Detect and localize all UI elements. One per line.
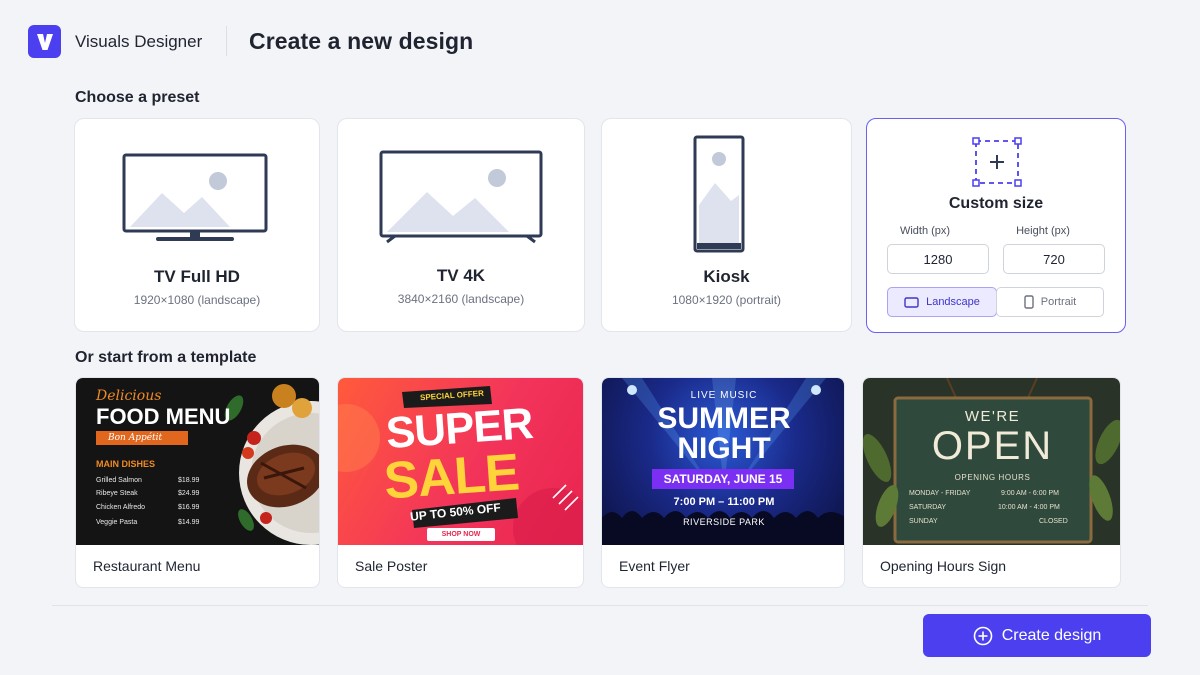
- template-card-restaurant-menu[interactable]: Delicious FOOD MENU Bon Appétit MAIN DIS…: [75, 377, 320, 588]
- menu-price: $14.99: [178, 519, 200, 526]
- preset-card-custom-size[interactable]: Custom size Width (px) Height (px) Lands…: [866, 118, 1126, 333]
- portrait-icon: [1024, 295, 1034, 309]
- preset-name: TV 4K: [436, 266, 486, 285]
- menu-item: Ribeye Steak: [96, 490, 138, 497]
- app-logo-icon: [28, 25, 61, 58]
- menu-title: FOOD MENU: [96, 404, 231, 429]
- width-input[interactable]: [887, 244, 989, 274]
- tv-icon: [122, 153, 268, 241]
- header-divider: [226, 26, 227, 56]
- template-name: Sale Poster: [355, 558, 428, 574]
- kiosk-icon: [693, 135, 745, 253]
- plus-circle-icon: [973, 626, 992, 645]
- sign-line1: WE'RE: [964, 408, 1021, 425]
- tv-4k-icon: [379, 150, 543, 244]
- template-thumbnail: SPECIAL OFFER SUPER SALE UP TO 50% OFF S…: [338, 378, 583, 545]
- menu-ribbon-text: Bon Appétit: [108, 433, 163, 443]
- landscape-icon: [904, 296, 919, 308]
- custom-size-title: Custom size: [948, 195, 1044, 212]
- template-card-opening-hours[interactable]: WE'RE OPEN OPENING HOURS MONDAY - FRIDAY…: [862, 377, 1121, 588]
- template-thumbnail: LIVE MUSIC SUMMER NIGHT SATURDAY, JUNE 1…: [602, 378, 844, 545]
- preset-card-tv-full-hd[interactable]: TV Full HD 1920×1080 (landscape): [74, 118, 320, 332]
- template-card-event-flyer[interactable]: LIVE MUSIC SUMMER NIGHT SATURDAY, JUNE 1…: [601, 377, 845, 588]
- landscape-toggle[interactable]: Landscape: [887, 287, 997, 317]
- menu-price: $18.99: [178, 477, 200, 484]
- menu-section: MAIN DISHES: [96, 459, 156, 469]
- template-thumbnail: Delicious FOOD MENU Bon Appétit MAIN DIS…: [76, 378, 319, 545]
- event-date: SATURDAY, JUNE 15: [663, 472, 783, 486]
- custom-size-plus-icon: [972, 137, 1022, 187]
- preset-card-kiosk[interactable]: Kiosk 1080×1920 (portrait): [601, 118, 852, 332]
- event-time: 7:00 PM – 11:00 PM: [673, 496, 775, 508]
- preset-name: TV Full HD: [154, 267, 240, 286]
- sign-hours: CLOSED: [1039, 518, 1068, 525]
- create-design-label: Create design: [1001, 626, 1102, 644]
- event-line2: NIGHT: [677, 432, 771, 465]
- app-name: Visuals Designer: [75, 32, 203, 51]
- menu-script-title: Delicious: [96, 388, 162, 404]
- template-thumbnail: WE'RE OPEN OPENING HOURS MONDAY - FRIDAY…: [863, 378, 1120, 545]
- preset-name: Kiosk: [703, 267, 750, 286]
- event-line1: SUMMER: [657, 402, 791, 435]
- sign-days: SUNDAY: [909, 518, 938, 525]
- sign-hours: 10:00 AM - 4:00 PM: [998, 504, 1060, 511]
- sale-cta: SHOP NOW: [441, 531, 481, 538]
- sign-subtitle: OPENING HOURS: [954, 473, 1031, 482]
- preset-dims: 1920×1080 (landscape): [133, 293, 261, 307]
- preset-card-tv-4k[interactable]: TV 4K 3840×2160 (landscape): [337, 118, 585, 332]
- height-input[interactable]: [1003, 244, 1105, 274]
- preset-dims: 1080×1920 (portrait): [671, 293, 782, 307]
- sign-days: SATURDAY: [909, 504, 947, 511]
- menu-item: Chicken Alfredo: [96, 504, 146, 511]
- template-name: Restaurant Menu: [93, 558, 201, 574]
- template-card-sale-poster[interactable]: SPECIAL OFFER SUPER SALE UP TO 50% OFF S…: [337, 377, 584, 588]
- create-design-screen: Visuals Designer Create a new design Cho…: [0, 0, 1200, 675]
- menu-price: $24.99: [178, 490, 200, 497]
- page-title: Create a new design: [249, 28, 474, 54]
- template-name: Event Flyer: [619, 558, 690, 574]
- template-section-label: Or start from a template: [75, 349, 257, 366]
- landscape-label: Landscape: [926, 296, 980, 308]
- template-name: Opening Hours Sign: [880, 558, 1007, 574]
- event-venue: RIVERSIDE PARK: [683, 517, 765, 527]
- portrait-toggle[interactable]: Portrait: [996, 287, 1104, 317]
- sign-days: MONDAY - FRIDAY: [909, 490, 971, 497]
- width-label: Width (px): [899, 225, 951, 237]
- sign-hours: 9:00 AM - 6:00 PM: [1001, 490, 1059, 497]
- menu-price: $16.99: [178, 504, 200, 511]
- preset-dims: 3840×2160 (landscape): [397, 292, 525, 306]
- event-kicker: LIVE MUSIC: [690, 390, 758, 401]
- create-design-button[interactable]: Create design: [923, 614, 1151, 657]
- footer-divider: [52, 605, 1148, 606]
- header: Visuals Designer Create a new design: [0, 0, 1200, 82]
- preset-section-label: Choose a preset: [75, 89, 200, 106]
- food-plate-illustration: [224, 384, 319, 545]
- menu-item: Grilled Salmon: [96, 477, 142, 484]
- menu-item: Veggie Pasta: [96, 519, 138, 526]
- portrait-label: Portrait: [1040, 296, 1077, 308]
- sign-line2: OPEN: [931, 424, 1054, 468]
- height-label: Height (px): [1016, 225, 1070, 237]
